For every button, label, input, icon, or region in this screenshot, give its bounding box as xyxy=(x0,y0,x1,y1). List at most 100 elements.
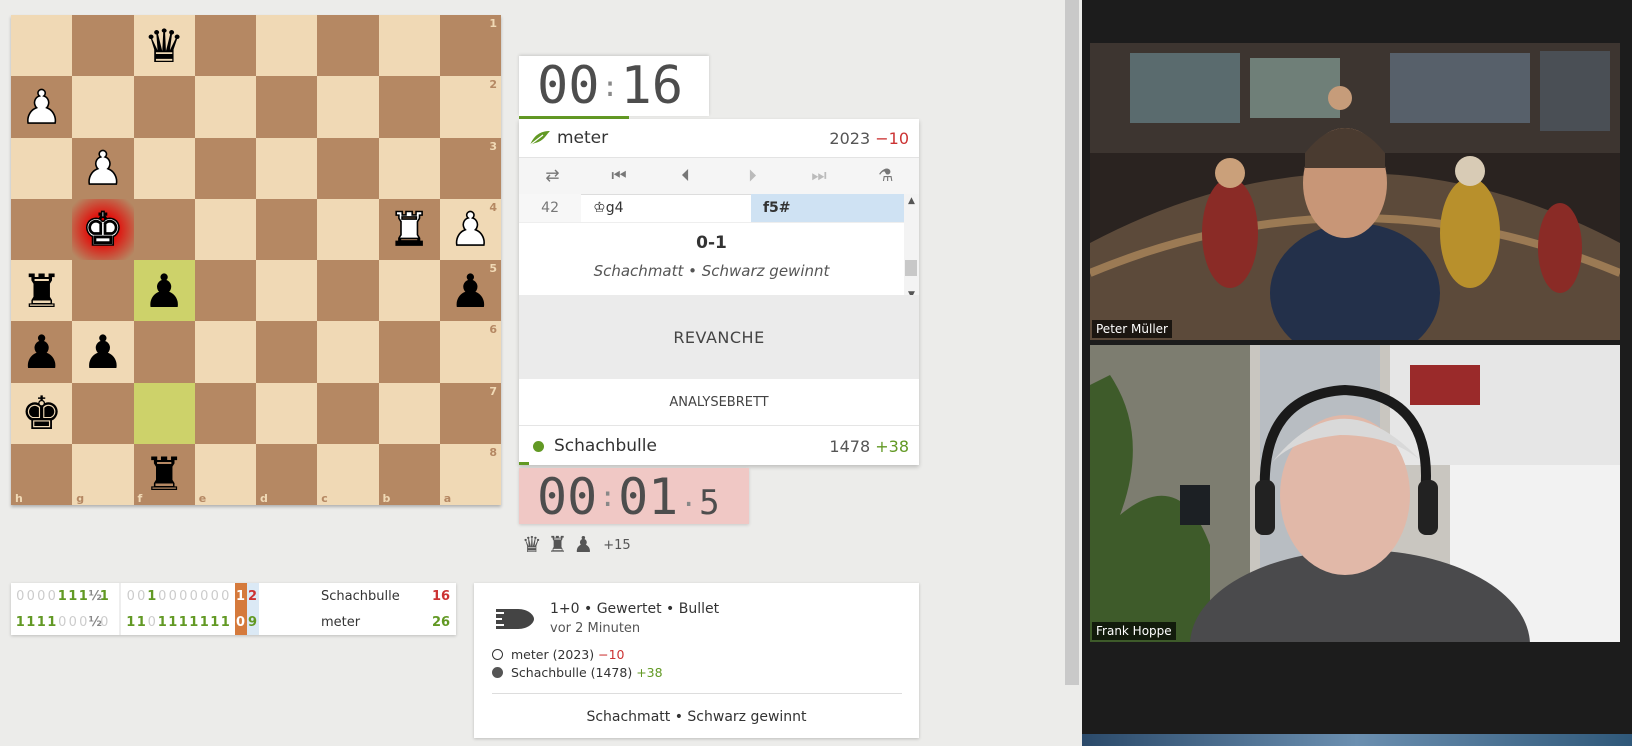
score-cell[interactable]: 1 xyxy=(136,615,147,630)
score-cell[interactable]: 1 xyxy=(99,589,110,604)
board-square[interactable]: ♟ xyxy=(11,321,73,383)
board-square[interactable] xyxy=(11,15,73,77)
crosstable-row[interactable]: 1 1 1 1 0 0 0 ½ 0 1 1 0 1 1 1 1 1 1 1 0 9 meter 26 xyxy=(11,609,456,635)
board-square[interactable]: 6 xyxy=(439,321,501,383)
board-square[interactable]: 4 ♟ xyxy=(439,198,501,260)
top-player-name[interactable]: meter xyxy=(557,128,608,148)
crosstable-player-name[interactable]: meter xyxy=(321,615,360,630)
board-square[interactable]: 2 xyxy=(439,76,501,138)
black-king-piece[interactable]: ♚ xyxy=(21,390,62,436)
board-square[interactable] xyxy=(194,15,256,77)
score-cell[interactable]: 0 xyxy=(99,615,110,630)
white-pawn-piece[interactable]: ♟ xyxy=(449,206,492,254)
current-score-cell[interactable]: 2 xyxy=(246,583,259,609)
board-square[interactable] xyxy=(133,198,195,260)
board-square[interactable] xyxy=(72,260,134,322)
board-square[interactable]: 5 ♟ xyxy=(439,260,501,322)
score-cell[interactable]: 1 xyxy=(126,615,137,630)
board-square[interactable]: ♛ xyxy=(133,15,195,77)
score-cell[interactable]: 1 xyxy=(68,589,79,604)
board-square[interactable]: 1 xyxy=(439,15,501,77)
board-square[interactable] xyxy=(133,321,195,383)
board-square[interactable] xyxy=(378,15,440,77)
score-cell[interactable]: 0 xyxy=(26,589,37,604)
board-square[interactable] xyxy=(194,198,256,260)
board-square[interactable] xyxy=(256,198,318,260)
first-move-button[interactable]: ⏮ xyxy=(586,158,653,194)
crosstable-row[interactable]: 0 0 0 0 1 1 1 ½ 1 0 0 1 0 0 0 0 0 0 0 1 2 Schachbulle 16 xyxy=(11,583,456,609)
board-square[interactable] xyxy=(133,382,195,444)
board-square[interactable]: c xyxy=(317,443,379,505)
board-square[interactable]: ♟ xyxy=(11,76,73,138)
board-square[interactable] xyxy=(72,15,134,77)
board-square[interactable]: b xyxy=(378,443,440,505)
board-square[interactable] xyxy=(317,260,379,322)
board-square[interactable] xyxy=(378,382,440,444)
white-rook-piece[interactable]: ♜ xyxy=(388,206,431,254)
bottom-player-row[interactable]: Schachbulle 1478 +38 xyxy=(519,427,919,465)
board-square[interactable] xyxy=(194,321,256,383)
board-square[interactable]: ♚ xyxy=(11,382,73,444)
board-square[interactable]: e xyxy=(194,443,256,505)
score-cell[interactable]: 1 xyxy=(199,615,210,630)
score-cell[interactable]: 0 xyxy=(136,589,147,604)
black-rook-piece[interactable]: ♜ xyxy=(144,451,185,497)
analysis-button[interactable]: ⚗ xyxy=(852,158,919,194)
score-cell[interactable]: 0 xyxy=(36,589,47,604)
board-square[interactable] xyxy=(317,321,379,383)
score-cell[interactable]: 1 xyxy=(157,615,168,630)
next-move-button[interactable]: ⏵ xyxy=(719,158,786,194)
board-square[interactable] xyxy=(317,137,379,199)
black-rook-piece[interactable]: ♜ xyxy=(21,268,62,314)
score-cell[interactable]: 0 xyxy=(178,589,189,604)
score-cell[interactable]: 0 xyxy=(47,589,58,604)
board-square[interactable] xyxy=(72,382,134,444)
last-move-button[interactable]: ⏭ xyxy=(786,158,853,194)
current-score-cell[interactable]: 1 xyxy=(234,583,247,609)
score-cell[interactable]: 1 xyxy=(15,615,26,630)
current-score-cell[interactable]: 9 xyxy=(246,609,259,635)
black-player-info[interactable]: Schachbulle (1478) +38 xyxy=(492,665,663,680)
board-square[interactable]: g xyxy=(72,443,134,505)
score-cell[interactable]: 1 xyxy=(78,589,89,604)
board-square[interactable] xyxy=(256,137,318,199)
board-square[interactable] xyxy=(256,260,318,322)
video-tile-2[interactable]: Frank Hoppe xyxy=(1090,345,1620,642)
black-pawn-piece[interactable]: ♟ xyxy=(82,329,123,375)
board-square[interactable]: f ♜ xyxy=(133,443,195,505)
chess-board[interactable]: ♛ 1 ♟ 2 ♟ 3 ♚ ♜ 4 ♟ ♜ ♟ 5 ♟ ♟ ♟ 6 ♚ 7 h g f ♜ e d c b 8 a xyxy=(11,15,501,505)
board-square[interactable]: ♜ xyxy=(378,198,440,260)
score-cell[interactable]: 1 xyxy=(36,615,47,630)
board-square[interactable] xyxy=(317,198,379,260)
board-square[interactable] xyxy=(256,15,318,77)
score-cell[interactable]: 0 xyxy=(157,589,168,604)
score-cell[interactable]: 0 xyxy=(220,589,231,604)
board-square[interactable] xyxy=(317,15,379,77)
score-cell[interactable]: 1 xyxy=(26,615,37,630)
score-cell[interactable]: ½ xyxy=(89,589,102,604)
score-cell[interactable]: 1 xyxy=(189,615,200,630)
board-square[interactable] xyxy=(194,76,256,138)
board-square[interactable]: 7 xyxy=(439,382,501,444)
board-square[interactable] xyxy=(11,137,73,199)
score-cell[interactable]: 0 xyxy=(189,589,200,604)
board-square[interactable] xyxy=(317,382,379,444)
white-pawn-piece[interactable]: ♟ xyxy=(20,83,63,131)
board-square[interactable] xyxy=(256,382,318,444)
board-square[interactable]: ♚ xyxy=(72,198,134,260)
flip-board-button[interactable]: ⇄ xyxy=(519,158,586,194)
board-square[interactable]: 3 xyxy=(439,137,501,199)
board-square[interactable] xyxy=(317,76,379,138)
board-square[interactable] xyxy=(133,137,195,199)
score-cell[interactable]: 0 xyxy=(199,589,210,604)
score-cell[interactable]: 1 xyxy=(147,589,158,604)
page-scrollbar[interactable] xyxy=(1065,0,1079,685)
score-cell[interactable]: 1 xyxy=(178,615,189,630)
score-cell[interactable]: 0 xyxy=(57,615,68,630)
top-player-row[interactable]: meter 2023 −10 xyxy=(519,119,919,157)
score-cell[interactable]: 1 xyxy=(168,615,179,630)
scroll-thumb[interactable] xyxy=(905,260,917,276)
white-pawn-piece[interactable]: ♟ xyxy=(81,144,124,192)
white-player-info[interactable]: meter (2023) −10 xyxy=(492,647,625,662)
board-square[interactable] xyxy=(256,321,318,383)
